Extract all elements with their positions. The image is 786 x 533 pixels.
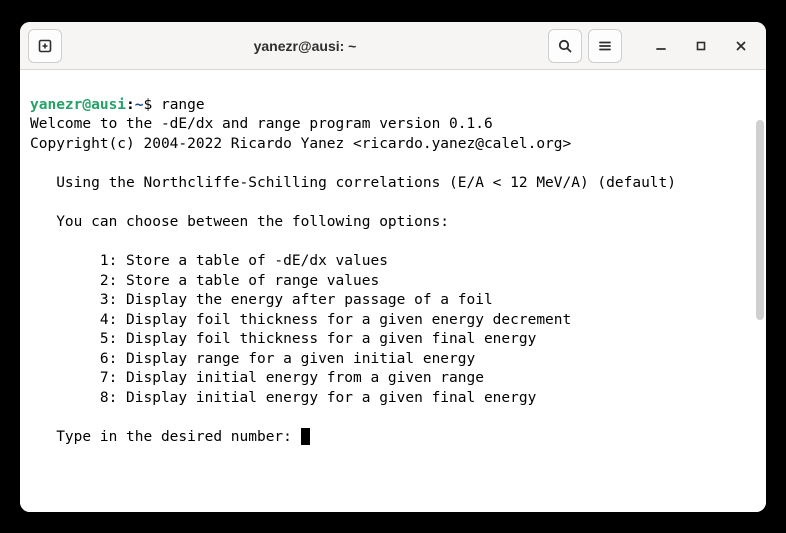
output-using: Using the Northcliffe-Schilling correlat… xyxy=(30,175,676,191)
close-button[interactable] xyxy=(724,29,758,63)
option-4: 4: Display foil thickness for a given en… xyxy=(30,312,571,328)
option-5: 5: Display foil thickness for a given fi… xyxy=(30,331,536,347)
option-8: 8: Display initial energy for a given fi… xyxy=(30,390,536,406)
prompt-path: ~ xyxy=(135,97,144,113)
close-icon xyxy=(734,39,748,53)
cursor xyxy=(301,428,310,445)
option-6: 6: Display range for a given initial ene… xyxy=(30,351,475,367)
maximize-icon xyxy=(694,39,708,53)
search-button[interactable] xyxy=(548,29,582,63)
option-1: 1: Store a table of -dE/dx values xyxy=(30,253,388,269)
option-7: 7: Display initial energy from a given r… xyxy=(30,370,484,386)
option-3: 3: Display the energy after passage of a… xyxy=(30,292,493,308)
option-2: 2: Store a table of range values xyxy=(30,273,379,289)
output-choose: You can choose between the following opt… xyxy=(30,214,449,230)
new-tab-icon xyxy=(37,38,53,54)
command-text: range xyxy=(161,97,205,113)
titlebar: yanezr@ausi: ~ xyxy=(20,22,766,70)
search-icon xyxy=(557,38,573,54)
prompt-symbol: $ xyxy=(144,97,161,113)
menu-button[interactable] xyxy=(588,29,622,63)
terminal-window: yanezr@ausi: ~ xyxy=(20,22,766,512)
minimize-icon xyxy=(654,39,668,53)
minimize-button[interactable] xyxy=(644,29,678,63)
output-welcome: Welcome to the -dE/dx and range program … xyxy=(30,116,493,132)
prompt-userhost: yanezr@ausi xyxy=(30,97,126,113)
new-tab-button[interactable] xyxy=(28,29,62,63)
prompt-sep: : xyxy=(126,97,135,113)
output-typein: Type in the desired number: xyxy=(30,429,301,445)
scrollbar[interactable] xyxy=(756,120,764,320)
maximize-button[interactable] xyxy=(684,29,718,63)
terminal-body[interactable]: yanezr@ausi:~$ range Welcome to the -dE/… xyxy=(20,70,766,512)
window-title: yanezr@ausi: ~ xyxy=(68,38,542,54)
hamburger-icon xyxy=(597,38,613,54)
output-copyright: Copyright(c) 2004-2022 Ricardo Yanez <ri… xyxy=(30,136,571,152)
